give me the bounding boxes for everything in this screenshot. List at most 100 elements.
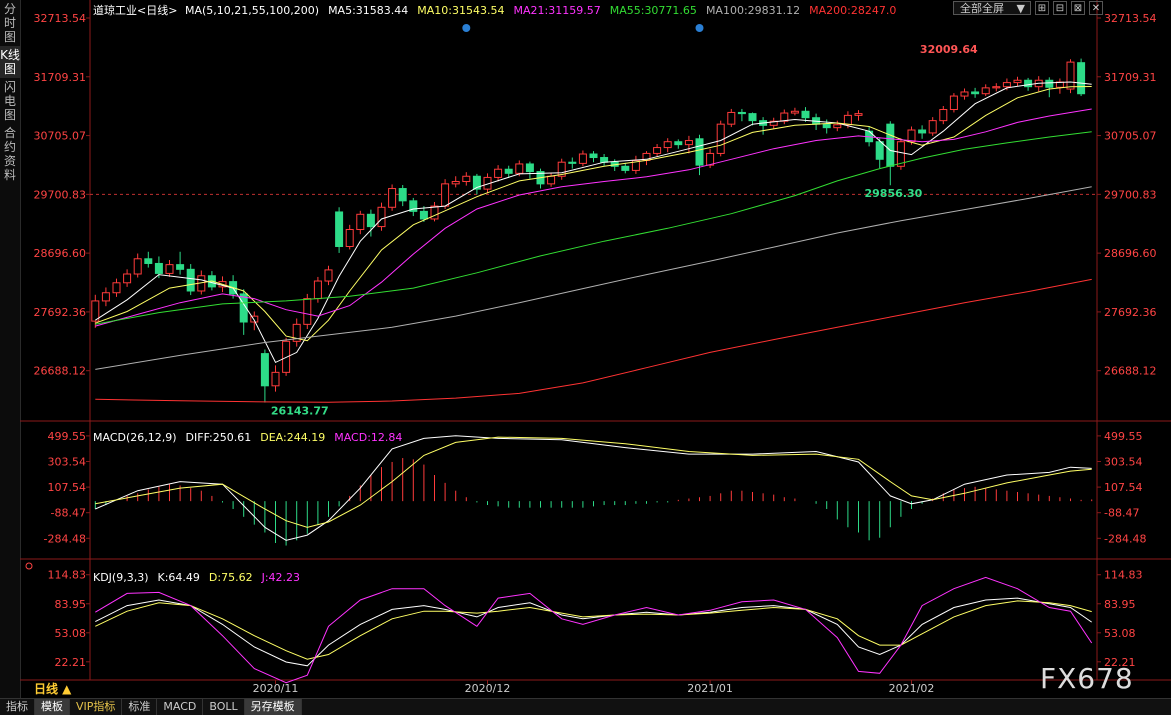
candle-up <box>313 280 322 300</box>
candle-up <box>981 87 990 95</box>
candle-up <box>303 298 312 325</box>
legend-item: MA(5,10,21,55,100,200) <box>185 4 319 17</box>
candle-up <box>992 86 1001 89</box>
maximize-icon[interactable]: ⊠ <box>1071 1 1085 15</box>
tab-standard[interactable]: 标准 <box>122 699 158 715</box>
candle-down <box>154 262 163 274</box>
y-tick-label-left: 22.21 <box>55 656 87 669</box>
legend-item: KDJ(9,3,3) <box>93 571 149 584</box>
candle-down <box>419 210 428 220</box>
legend-item: MA10:31543.54 <box>417 4 504 17</box>
kdj-j-line <box>95 576 1093 684</box>
legend-item: DEA:244.19 <box>260 431 325 444</box>
candle-up <box>854 113 863 116</box>
candle-down <box>366 213 375 228</box>
y-tick-label-left: 83.95 <box>55 598 87 611</box>
y-tick-label-right: 499.55 <box>1104 430 1143 443</box>
y-tick-label-right: -284.48 <box>1104 532 1146 545</box>
candle-up <box>1013 79 1022 84</box>
tab-templates[interactable]: 模板 <box>35 699 70 715</box>
y-tick-label-left: 29700.83 <box>34 188 87 201</box>
price-annotation: 26143.77 <box>271 405 329 418</box>
y-tick-label-right: 53.08 <box>1104 627 1136 640</box>
legend-item: J:42.23 <box>261 571 300 584</box>
candle-up <box>928 120 937 134</box>
candle-up <box>356 213 365 231</box>
tab-vip-indicators[interactable]: VIP指标 <box>70 699 123 715</box>
candle-down <box>1077 62 1086 95</box>
watermark-logo: FX678 <box>1040 662 1134 695</box>
legend-item: MA55:30771.65 <box>610 4 697 17</box>
candle-down <box>398 188 407 202</box>
tab-macd[interactable]: MACD <box>157 699 204 715</box>
candle-up <box>388 188 397 208</box>
settings-dot-icon <box>25 562 33 570</box>
candle-down <box>504 168 513 174</box>
candle-down <box>875 141 884 160</box>
y-tick-label-left: 27692.36 <box>34 306 87 319</box>
candle-up <box>494 168 503 178</box>
candle-down <box>695 138 704 166</box>
candle-down <box>674 141 683 146</box>
candle-up <box>843 114 852 126</box>
candle-up <box>451 181 460 185</box>
candle-up <box>133 258 142 275</box>
layout-icon[interactable]: ⊞ <box>1035 1 1049 15</box>
legend-item: D:75.62 <box>209 571 253 584</box>
legend-item: K:64.49 <box>158 571 200 584</box>
macd-diff-line <box>95 435 1092 541</box>
fullscreen-select[interactable]: 全部全屏 ▼ <box>953 1 1031 15</box>
y-tick-label-right: 83.95 <box>1104 598 1136 611</box>
tab-save-template[interactable]: 另存模板 <box>244 699 302 715</box>
candle-down <box>886 123 895 167</box>
candle-up <box>324 269 333 282</box>
candle-up <box>653 147 662 154</box>
chevron-down-icon: ▼ <box>1016 2 1025 15</box>
macd-dea-line <box>95 436 1092 528</box>
tab-boll[interactable]: BOLL <box>203 699 245 715</box>
candle-down <box>801 110 810 119</box>
event-marker-dot <box>695 24 704 32</box>
window-controls: 全部全屏 ▼ ⊞ ⊟ ⊠ ✕ <box>953 1 1103 15</box>
y-tick-label-right: 30705.07 <box>1104 130 1157 143</box>
y-tick-label-left: 114.83 <box>48 569 87 582</box>
y-tick-label-left: 31709.31 <box>34 71 87 84</box>
legend-item: MA21:31159.57 <box>514 4 601 17</box>
candle-down <box>737 111 746 115</box>
candle-up <box>112 282 121 294</box>
candle-down <box>918 129 927 134</box>
y-tick-label-right: 303.54 <box>1104 455 1143 468</box>
y-tick-label-right: 31709.31 <box>1104 71 1157 84</box>
candle-up <box>441 183 450 207</box>
candle-down <box>186 268 195 292</box>
candle-up <box>939 109 948 122</box>
candle-up <box>547 175 556 185</box>
close-icon[interactable]: ✕ <box>1089 1 1103 15</box>
candle-up <box>833 124 842 129</box>
candle-up <box>727 111 736 125</box>
x-tick-label: 2020/11 <box>253 682 299 695</box>
legend-item: MA100:29831.12 <box>706 4 800 17</box>
candle-up <box>684 140 693 146</box>
candle-down <box>1024 79 1033 88</box>
kdj-d-line <box>95 600 1092 660</box>
tab-indicators[interactable]: 指标 <box>0 699 35 715</box>
y-tick-label-right: 29700.83 <box>1104 188 1157 201</box>
candle-down <box>335 211 344 247</box>
candle-up <box>790 110 799 114</box>
event-marker-dot <box>462 24 471 32</box>
legend-item: MA200:28247.0 <box>809 4 896 17</box>
x-tick-label: 2021/02 <box>889 682 935 695</box>
y-tick-label-right: 26688.12 <box>1104 365 1157 378</box>
candle-up <box>706 152 715 166</box>
price-annotation: 32009.64 <box>920 43 978 56</box>
y-tick-label-left: 30705.07 <box>34 130 87 143</box>
candle-up <box>123 273 132 284</box>
price-annotation: 29856.30 <box>865 187 923 200</box>
y-tick-label-right: 107.54 <box>1104 481 1143 494</box>
candle-up <box>960 91 969 97</box>
minimize-icon[interactable]: ⊟ <box>1053 1 1067 15</box>
y-tick-label-left: 26688.12 <box>34 365 87 378</box>
chart-canvas[interactable]: 32713.54 32713.54 31709.31 31709.31 30705.07… <box>0 0 1171 698</box>
legend-item: MACD(26,12,9) <box>93 431 177 444</box>
